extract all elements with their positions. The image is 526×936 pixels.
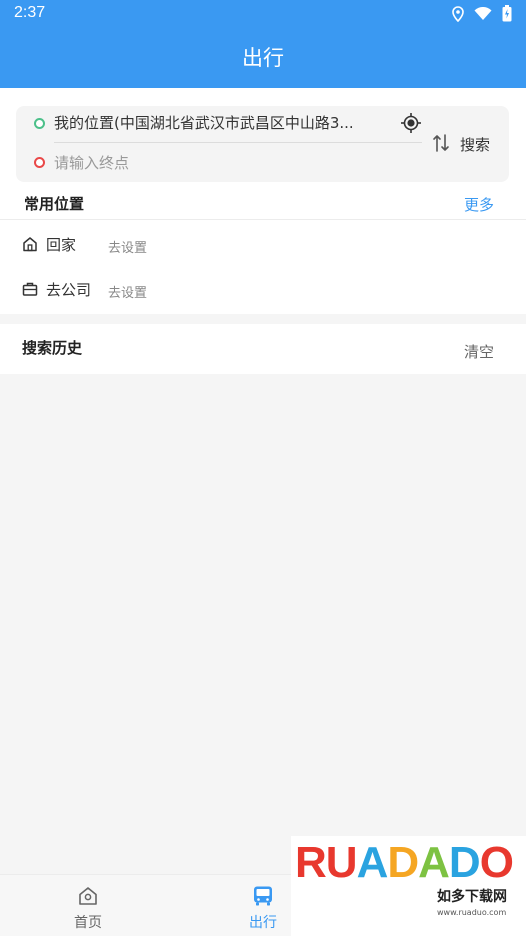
locate-icon[interactable] — [400, 112, 422, 134]
route-card: 我的位置(中国湖北省武汉市武昌区中山路3... 搜索 — [16, 106, 509, 182]
clear-history-button[interactable]: 清空 — [464, 341, 494, 362]
place-label-home: 回家 — [46, 236, 77, 254]
top-section: 我的位置(中国湖北省武汉市武昌区中山路3... 搜索 常用位置 更多 — [0, 88, 526, 314]
watermark-logo: RUADADO — [295, 838, 514, 887]
title-bar: 出行 — [0, 28, 526, 88]
location-icon — [452, 5, 464, 26]
common-places-header: 常用位置 更多 — [0, 190, 526, 220]
start-location[interactable]: 我的位置(中国湖北省武汉市武昌区中山路3... — [54, 112, 394, 133]
swap-icon[interactable] — [432, 132, 450, 154]
place-set-company[interactable]: 去设置 — [108, 282, 147, 301]
search-history-title: 搜索历史 — [22, 339, 83, 357]
end-location-input[interactable] — [54, 151, 414, 175]
end-dot-icon — [34, 157, 45, 168]
nav-item-home[interactable]: 首页 — [48, 875, 128, 936]
start-dot-icon — [34, 118, 45, 129]
briefcase-icon — [22, 281, 38, 297]
status-icons — [452, 5, 512, 26]
home-icon — [22, 236, 38, 252]
status-bar: 2:37 — [0, 0, 526, 28]
place-row-company[interactable]: 去公司 去设置 — [0, 269, 526, 313]
place-row-home[interactable]: 回家 去设置 — [0, 224, 526, 268]
route-divider — [54, 142, 422, 143]
status-time: 2:37 — [14, 4, 46, 21]
search-history-section: 搜索历史 清空 — [0, 324, 526, 374]
common-places-title: 常用位置 — [24, 195, 85, 213]
watermark-url: www.ruaduo.com — [437, 908, 507, 917]
place-label-company: 去公司 — [46, 281, 92, 299]
watermark: RUADADO 如多下载网 www.ruaduo.com — [291, 836, 526, 936]
home-nav-icon — [77, 885, 99, 907]
more-link[interactable]: 更多 — [464, 194, 494, 215]
bus-icon — [252, 885, 274, 907]
watermark-subtitle: 如多下载网 — [437, 889, 507, 905]
wifi-icon — [474, 6, 492, 25]
page-title: 出行 — [242, 46, 284, 70]
battery-icon — [502, 5, 512, 26]
place-set-home[interactable]: 去设置 — [108, 237, 147, 256]
search-button[interactable]: 搜索 — [460, 134, 490, 155]
nav-label-home: 首页 — [74, 915, 102, 931]
